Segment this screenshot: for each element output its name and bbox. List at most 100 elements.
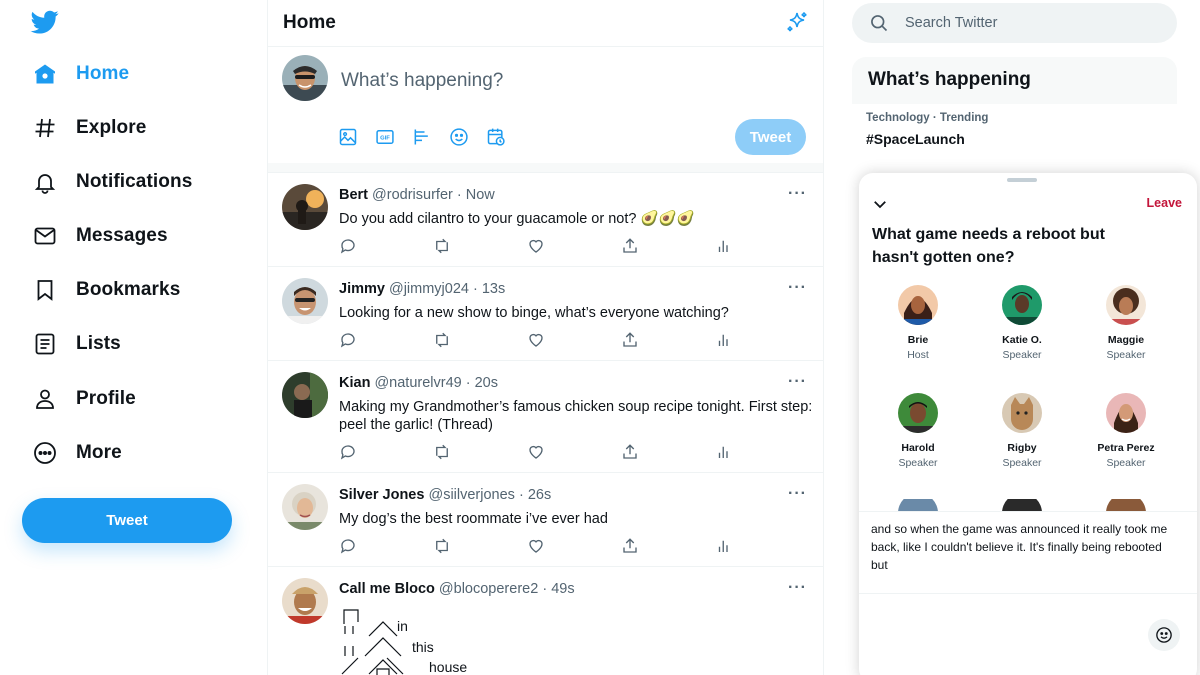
nav-home[interactable]: Home xyxy=(30,54,129,94)
composer-avatar[interactable] xyxy=(282,55,328,101)
speaker-rigby[interactable]: Rigby Speaker xyxy=(977,393,1067,469)
speaker-brie[interactable]: Brie Host xyxy=(873,285,963,361)
analytics-icon[interactable] xyxy=(715,443,733,461)
reply-icon[interactable] xyxy=(339,537,357,555)
search-bar[interactable]: Search Twitter xyxy=(852,3,1177,43)
search-input[interactable]: Search Twitter xyxy=(905,15,997,31)
tweet-actions xyxy=(339,537,739,557)
share-icon[interactable] xyxy=(621,237,639,255)
right-sidebar: Search Twitter What’s happening Technolo… xyxy=(824,0,1200,675)
schedule-icon[interactable] xyxy=(486,127,506,147)
image-icon[interactable] xyxy=(338,127,358,147)
nav-profile[interactable]: Profile xyxy=(30,379,136,419)
tweet[interactable]: Silver Jones @siilverjones · 26s ··· My … xyxy=(268,474,823,567)
tweet-author[interactable]: Jimmy xyxy=(339,281,385,297)
tweet[interactable]: Call me Bloco @blocoperere2 · 49s ··· in… xyxy=(268,568,823,675)
like-icon[interactable] xyxy=(527,443,545,461)
nav-notifications[interactable]: Notifications xyxy=(30,162,192,202)
reply-icon[interactable] xyxy=(339,331,357,349)
nav-bookmarks[interactable]: Bookmarks xyxy=(30,270,180,310)
tweet-author[interactable]: Call me Bloco xyxy=(339,581,435,597)
tweet-handle[interactable]: @rodrisurfer xyxy=(372,187,453,203)
more-dots-icon[interactable]: ··· xyxy=(788,485,807,503)
tweet-time[interactable]: 20s xyxy=(475,375,498,391)
retweet-icon[interactable] xyxy=(433,331,451,349)
more-dots-icon[interactable]: ··· xyxy=(788,579,807,597)
page-title: Home xyxy=(283,12,336,33)
nav-home-label: Home xyxy=(76,63,130,84)
speaker-name: Petra Perez xyxy=(1097,442,1155,454)
analytics-icon[interactable] xyxy=(715,237,733,255)
avatar[interactable] xyxy=(282,184,328,230)
speaker-katie[interactable]: Katie O. Speaker xyxy=(977,285,1067,361)
avatar[interactable] xyxy=(282,372,328,418)
speaker-petra[interactable]: Petra Perez Speaker xyxy=(1081,393,1171,469)
tweet-time[interactable]: Now xyxy=(466,187,495,203)
nav-messages[interactable]: Messages xyxy=(30,216,168,256)
tweet-handle[interactable]: @blocoperere2 xyxy=(439,581,538,597)
reply-icon[interactable] xyxy=(339,237,357,255)
avatar xyxy=(1002,393,1042,433)
avatar[interactable] xyxy=(282,484,328,530)
tweet-author[interactable]: Kian xyxy=(339,375,370,391)
speaker-name: Katie O. xyxy=(1002,334,1042,346)
main-timeline: Home What’s happening? GIF Tweet Bert @r… xyxy=(267,0,824,675)
composer-tweet-button[interactable]: Tweet xyxy=(735,119,806,155)
emoji-icon[interactable] xyxy=(449,127,469,147)
retweet-icon[interactable] xyxy=(433,537,451,555)
tweet[interactable]: Kian @naturelvr49 · 20s ··· Making my Gr… xyxy=(268,362,823,473)
analytics-icon[interactable] xyxy=(715,537,733,555)
retweet-icon[interactable] xyxy=(433,443,451,461)
leave-button[interactable]: Leave xyxy=(1147,196,1182,210)
avatar[interactable] xyxy=(282,578,328,624)
poll-icon[interactable] xyxy=(412,127,432,147)
nav-bookmarks-label: Bookmarks xyxy=(76,279,181,300)
nav-lists[interactable]: Lists xyxy=(30,324,121,364)
drag-handle[interactable] xyxy=(1007,178,1037,182)
sidebar-tweet-button[interactable]: Tweet xyxy=(22,498,232,543)
more-circle-icon xyxy=(30,438,60,468)
twitter-logo-icon[interactable] xyxy=(30,8,60,36)
share-icon[interactable] xyxy=(621,443,639,461)
tweet-text: Looking for a new show to binge, what’s … xyxy=(339,305,729,321)
speaker-role: Speaker xyxy=(1002,457,1042,469)
avatar[interactable] xyxy=(282,278,328,324)
tweet[interactable]: Bert @rodrisurfer · Now ··· Do you add c… xyxy=(268,174,823,267)
more-dots-icon[interactable]: ··· xyxy=(788,373,807,391)
list-icon xyxy=(30,329,60,359)
tweet-time[interactable]: 26s xyxy=(528,487,551,503)
speaker-name: Maggie xyxy=(1107,334,1145,346)
tweet-author[interactable]: Silver Jones xyxy=(339,487,424,503)
more-dots-icon[interactable]: ··· xyxy=(788,279,807,297)
tweet-actions xyxy=(339,237,739,257)
chevron-down-icon[interactable] xyxy=(871,195,889,213)
like-icon[interactable] xyxy=(527,237,545,255)
tweet-time[interactable]: 13s xyxy=(482,281,505,297)
reply-icon[interactable] xyxy=(339,443,357,461)
envelope-icon xyxy=(30,221,60,251)
share-icon[interactable] xyxy=(621,537,639,555)
like-icon[interactable] xyxy=(527,537,545,555)
nav-more[interactable]: More xyxy=(30,433,122,473)
tweet-author[interactable]: Bert xyxy=(339,187,368,203)
gif-icon[interactable]: GIF xyxy=(375,127,395,147)
avatar xyxy=(1106,285,1146,325)
tweet-handle[interactable]: @siilverjones xyxy=(428,487,514,503)
tweet-time[interactable]: 49s xyxy=(551,581,574,597)
retweet-icon[interactable] xyxy=(433,237,451,255)
share-icon[interactable] xyxy=(621,331,639,349)
composer-input[interactable]: What’s happening? xyxy=(341,70,503,92)
like-icon[interactable] xyxy=(527,331,545,349)
nav-explore[interactable]: Explore xyxy=(30,108,146,148)
more-dots-icon[interactable]: ··· xyxy=(788,185,807,203)
speaker-maggie[interactable]: Maggie Speaker xyxy=(1081,285,1171,361)
tweet-handle[interactable]: @naturelvr49 xyxy=(374,375,461,391)
speaker-harold[interactable]: Harold Speaker xyxy=(873,393,963,469)
trend-hashtag[interactable]: #SpaceLaunch xyxy=(866,131,965,147)
tweet-handle[interactable]: @jimmyj024 xyxy=(389,281,469,297)
analytics-icon[interactable] xyxy=(715,331,733,349)
person-icon xyxy=(30,384,60,414)
sparkle-icon[interactable] xyxy=(785,10,809,34)
tweet[interactable]: Jimmy @jimmyj024 · 13s ··· Looking for a… xyxy=(268,268,823,361)
reaction-button[interactable] xyxy=(1148,619,1180,651)
